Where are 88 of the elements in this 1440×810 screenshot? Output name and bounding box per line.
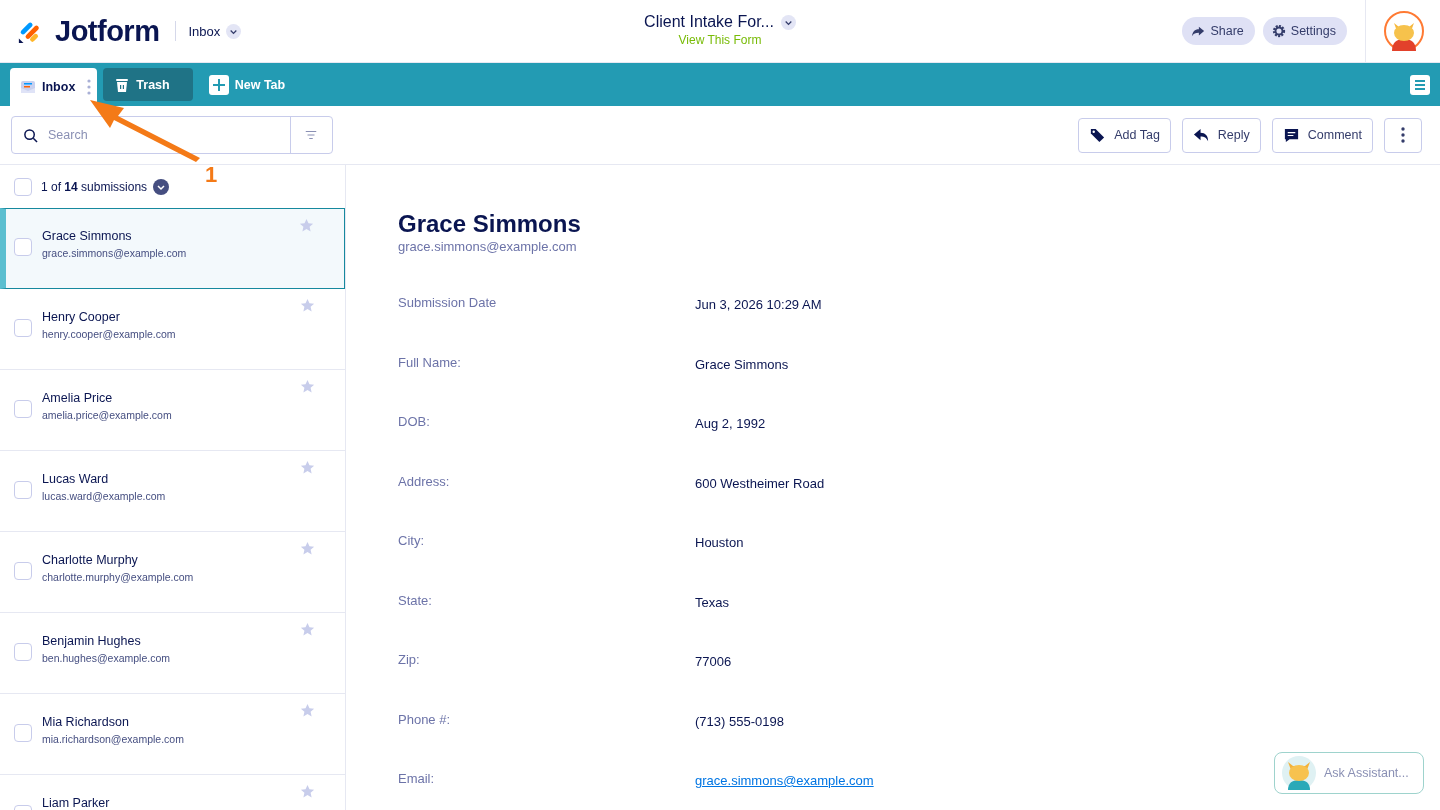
assistant-avatar[interactable] xyxy=(1282,756,1316,790)
add-tag-button[interactable]: Add Tag xyxy=(1078,117,1171,153)
star-icon[interactable] xyxy=(300,379,315,394)
field-label: Phone #: xyxy=(398,711,452,729)
star-icon[interactable] xyxy=(300,298,315,313)
settings-button[interactable]: Settings xyxy=(1262,17,1347,45)
star-icon[interactable] xyxy=(300,460,315,475)
star-icon[interactable] xyxy=(299,218,314,233)
submission-item[interactable]: Amelia Price amelia.price@example.com xyxy=(0,370,345,451)
submission-item[interactable]: Charlotte Murphy charlotte.murphy@example.com xyxy=(0,532,345,613)
brand-name: Jotform xyxy=(55,14,160,48)
section-dropdown[interactable]: Inbox xyxy=(188,23,242,39)
tab[interactable]: Inbox xyxy=(10,68,98,106)
field-value: Grace Simmons xyxy=(695,355,789,374)
star-icon[interactable] xyxy=(300,622,315,637)
submission-item[interactable]: Grace Simmons grace.simmons@example.com xyxy=(0,208,345,289)
search-icon xyxy=(23,127,38,143)
submitter-name: Henry Cooper xyxy=(42,310,121,324)
submitter-email: grace.simmons@example.com xyxy=(398,239,578,254)
field-value: Houston xyxy=(695,534,744,552)
submitter-name: Amelia Price xyxy=(42,391,114,405)
submitter-email: lucas.ward@example.com xyxy=(42,490,166,502)
field-label: City: xyxy=(398,533,425,550)
checkbox[interactable] xyxy=(14,724,32,742)
star-icon[interactable] xyxy=(300,703,315,718)
search-field[interactable]: Search xyxy=(11,116,333,154)
chevron-down-icon[interactable] xyxy=(153,178,170,195)
field-label: DOB: xyxy=(398,414,431,431)
submission-item[interactable]: Mia Richardson mia.richardson@example.com xyxy=(0,694,345,775)
star-icon[interactable] xyxy=(300,541,315,556)
submitter-name: Liam Parker xyxy=(42,796,110,810)
share-icon[interactable] xyxy=(1191,24,1206,38)
field-label: Email: xyxy=(398,771,436,788)
checkbox[interactable] xyxy=(14,400,32,418)
field-value: 600 Westheimer Road xyxy=(695,474,825,493)
submission-item[interactable]: Lucas Ward lucas.ward@example.com xyxy=(0,451,345,532)
plus-icon[interactable] xyxy=(208,74,229,95)
inbox-icon[interactable] xyxy=(20,79,36,95)
avatar[interactable] xyxy=(1384,11,1424,51)
select-all-checkbox[interactable] xyxy=(14,177,32,196)
reply-button[interactable]: Reply xyxy=(1181,117,1261,153)
submission-item[interactable]: Benjamin Hughes ben.hughes@example.com xyxy=(0,613,345,694)
tag-icon[interactable] xyxy=(1089,126,1107,144)
field-label: Address: xyxy=(398,473,451,491)
field-value: Jun 3, 2026 10:29 AM xyxy=(695,296,822,314)
chevron-down-icon[interactable] xyxy=(780,14,796,30)
field-value: 77006 xyxy=(695,653,732,671)
field-value: (713) 555-0198 xyxy=(695,712,784,731)
field-label: Submission Date xyxy=(398,295,498,312)
submitter-email: charlotte.murphy@example.com xyxy=(42,571,194,583)
submitter-name: Mia Richardson xyxy=(42,715,130,729)
submission-count: 1 of 14 submissions xyxy=(41,179,148,194)
field-label: State: xyxy=(398,592,433,610)
comment-button[interactable]: Comment xyxy=(1271,117,1373,153)
checkbox[interactable] xyxy=(14,319,32,337)
submitter-name: Grace Simmons xyxy=(42,229,133,243)
submitter-email: henry.cooper@example.com xyxy=(42,328,176,340)
submitter-email: mia.richardson@example.com xyxy=(42,733,184,745)
more-options-icon[interactable] xyxy=(1401,127,1405,143)
menu-icon[interactable] xyxy=(1410,74,1430,95)
checkbox[interactable] xyxy=(14,238,32,256)
annotation-label: 1 xyxy=(205,162,218,188)
checkbox[interactable] xyxy=(14,562,32,580)
chevron-down-icon[interactable] xyxy=(226,23,242,39)
form-title: Client Intake For... xyxy=(644,13,774,31)
submitter-name: Grace Simmons xyxy=(398,210,582,238)
tab[interactable]: Trash xyxy=(103,68,193,101)
submitter-name: Charlotte Murphy xyxy=(42,553,139,567)
settings-icon[interactable] xyxy=(1271,24,1286,38)
field-label: Full Name: xyxy=(398,354,462,372)
field-label: Zip: xyxy=(398,652,421,669)
star-icon[interactable] xyxy=(300,784,315,799)
trash-icon[interactable] xyxy=(114,76,131,93)
share-button[interactable]: Share xyxy=(1182,17,1255,45)
submitter-name: Benjamin Hughes xyxy=(42,634,142,648)
submission-item[interactable]: Henry Cooper henry.cooper@example.com xyxy=(0,289,345,370)
submitter-email: amelia.price@example.com xyxy=(42,409,172,421)
field-value: Texas xyxy=(695,593,729,612)
field-value: Aug 2, 1992 xyxy=(695,415,766,433)
submission-item[interactable]: Liam Parker xyxy=(0,775,345,810)
email-link[interactable]: grace.simmons@example.com xyxy=(695,771,874,810)
checkbox[interactable] xyxy=(14,643,32,661)
comment-icon[interactable] xyxy=(1282,126,1300,144)
submitter-email: ben.hughes@example.com xyxy=(42,652,170,664)
filter-icon[interactable] xyxy=(304,128,318,142)
submitter-name: Lucas Ward xyxy=(42,472,110,486)
checkbox[interactable] xyxy=(14,481,32,499)
submitter-email: grace.simmons@example.com xyxy=(42,247,187,259)
